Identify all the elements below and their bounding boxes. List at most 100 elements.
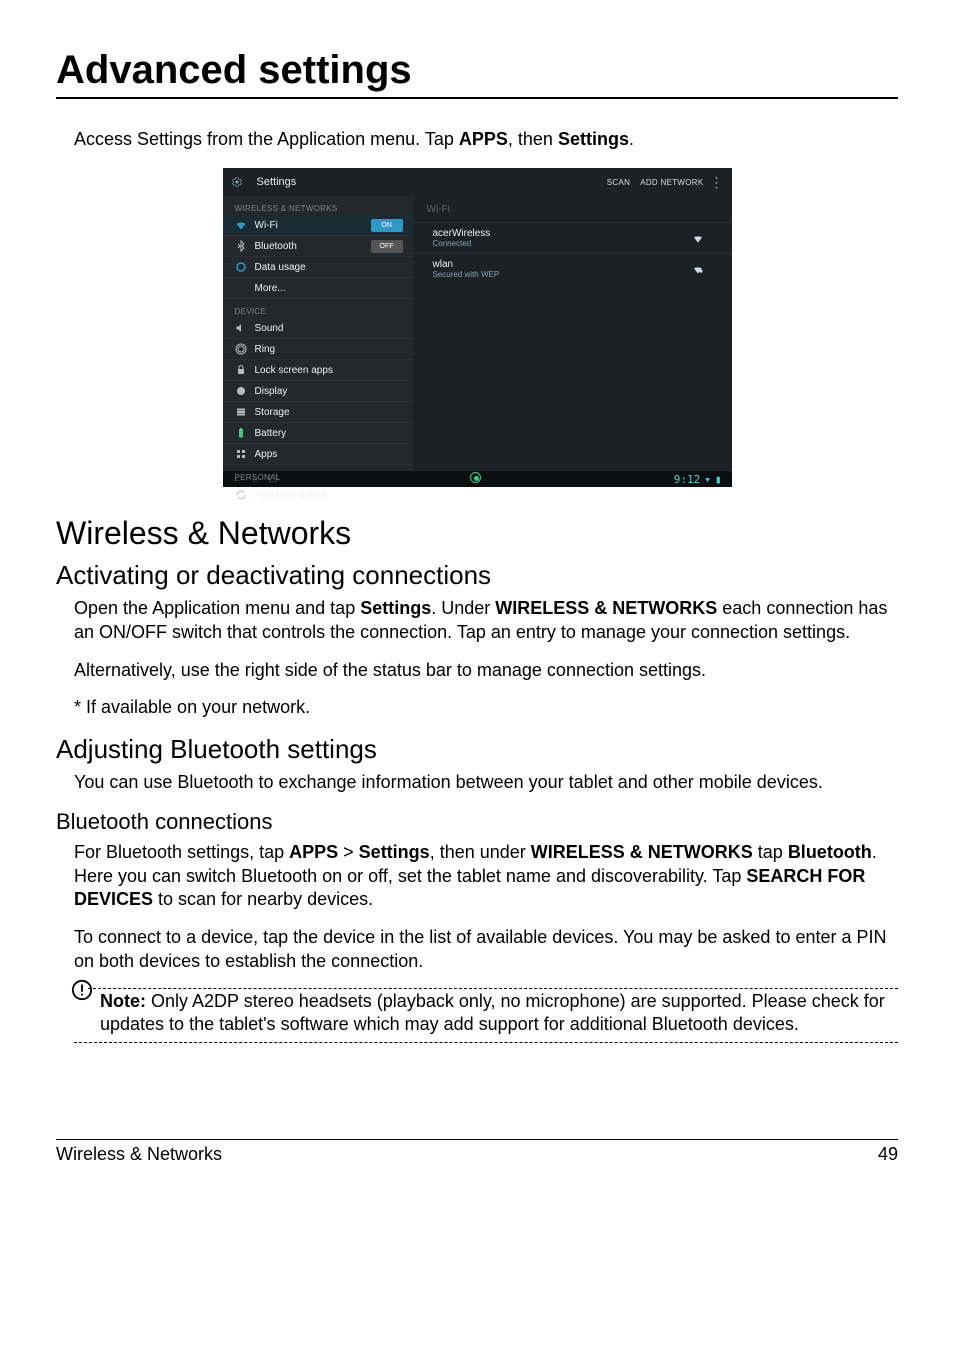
network-name: wlan: [433, 259, 500, 270]
screenshot-navbar: ← ⌂ ☐ 9:12 ▾ ▮: [223, 471, 732, 487]
sync-icon: [235, 489, 247, 501]
status-battery-icon: ▮: [715, 473, 722, 486]
sidebar-section-wireless: WIRELESS & NETWORKS: [223, 196, 413, 215]
sidebar-item-label: Battery: [255, 428, 403, 439]
settings-gear-icon: [231, 176, 243, 188]
overflow-menu-icon[interactable]: ⋮: [710, 175, 724, 189]
scan-action[interactable]: SCAN: [607, 178, 630, 187]
footer-section-name: Wireless & Networks: [56, 1144, 222, 1165]
footer-page-number: 49: [878, 1144, 898, 1165]
status-wifi-icon: ▾: [704, 473, 711, 486]
btconn-paragraph-2: To connect to a device, tap the device i…: [74, 926, 898, 974]
text: Open the Application menu and tap: [74, 598, 360, 618]
bluetooth-toggle[interactable]: OFF: [371, 240, 403, 253]
settings-bold: Settings: [359, 842, 430, 862]
home-icon[interactable]: ⌂: [253, 474, 259, 485]
sidebar-item-accounts[interactable]: Accounts & sync: [223, 484, 413, 505]
battery-icon: [235, 427, 247, 439]
intro-mid: , then: [508, 129, 558, 149]
text: tap: [753, 842, 788, 862]
warning-icon: [71, 979, 93, 1001]
sidebar-item-label: More...: [255, 283, 403, 294]
text: . Under: [431, 598, 495, 618]
network-status: Connected: [433, 239, 491, 248]
text: For Bluetooth settings, tap: [74, 842, 289, 862]
sidebar-item-wifi[interactable]: Wi-Fi ON: [223, 215, 413, 236]
bluetooth-bold: Bluetooth: [788, 842, 872, 862]
wifi-toggle[interactable]: ON: [371, 219, 403, 232]
activating-footnote: * If available on your network.: [74, 696, 898, 720]
data-usage-icon: [235, 261, 247, 273]
back-icon[interactable]: ←: [233, 474, 243, 485]
text: , then under: [430, 842, 531, 862]
settings-main-panel: Wi-Fi acerWireless Connected wlan Secure…: [413, 196, 732, 471]
recent-icon[interactable]: ☐: [269, 474, 278, 485]
apps-bold: APPS: [289, 842, 338, 862]
display-icon: [235, 385, 247, 397]
bluetooth-paragraph: You can use Bluetooth to exchange inform…: [74, 771, 898, 795]
screenshot-title: Settings: [257, 176, 297, 188]
note-box: Note: Only A2DP stereo headsets (playbac…: [74, 988, 898, 1044]
sidebar-item-bluetooth[interactable]: Bluetooth OFF: [223, 236, 413, 257]
apps-icon: [235, 448, 247, 460]
sidebar-item-label: Data usage: [255, 262, 403, 273]
note-text: Note: Only A2DP stereo headsets (playbac…: [100, 990, 898, 1038]
network-status: Secured with WEP: [433, 270, 500, 279]
page-title: Advanced settings: [56, 48, 898, 99]
sidebar-item-apps[interactable]: Apps: [223, 444, 413, 465]
bluetooth-settings-heading: Adjusting Bluetooth settings: [56, 734, 898, 765]
intro-paragraph: Access Settings from the Application men…: [74, 129, 898, 150]
wifi-network-row[interactable]: acerWireless Connected: [413, 222, 732, 253]
settings-screenshot: Settings SCAN ADD NETWORK ⋮ WIRELESS & N…: [223, 168, 732, 487]
sidebar-item-label: Sound: [255, 323, 403, 334]
sidebar-item-ring[interactable]: Ring: [223, 339, 413, 360]
add-network-action[interactable]: ADD NETWORK: [640, 178, 703, 187]
intro-text: Access Settings from the Application men…: [74, 129, 459, 149]
lock-icon: [235, 364, 247, 376]
text: >: [338, 842, 359, 862]
activating-paragraph-1: Open the Application menu and tap Settin…: [74, 597, 898, 645]
sidebar-item-data-usage[interactable]: Data usage: [223, 257, 413, 278]
bluetooth-connections-heading: Bluetooth connections: [56, 809, 898, 835]
screenshot-topbar: Settings SCAN ADD NETWORK ⋮: [223, 168, 732, 196]
sidebar-item-label: Lock screen apps: [255, 365, 403, 376]
wifi-signal-icon: [692, 232, 704, 244]
sidebar-item-label: Apps: [255, 449, 403, 460]
btconn-paragraph-1: For Bluetooth settings, tap APPS > Setti…: [74, 841, 898, 912]
sidebar-item-sound[interactable]: Sound: [223, 318, 413, 339]
ring-icon: [235, 343, 247, 355]
sound-icon: [235, 322, 247, 334]
note-body: Only A2DP stereo headsets (playback only…: [100, 991, 885, 1035]
record-icon[interactable]: [470, 472, 481, 483]
wifi-network-row[interactable]: wlan Secured with WEP: [413, 253, 732, 284]
settings-sidebar: WIRELESS & NETWORKS Wi-Fi ON Bluetooth O…: [223, 196, 413, 471]
sidebar-item-label: Storage: [255, 407, 403, 418]
sidebar-item-storage[interactable]: Storage: [223, 402, 413, 423]
wireless-networks-bold: WIRELESS & NETWORKS: [531, 842, 753, 862]
intro-settings-label: Settings: [558, 129, 629, 149]
sidebar-item-label: Bluetooth: [255, 241, 371, 252]
main-panel-header: Wi-Fi: [413, 196, 732, 222]
sidebar-item-battery[interactable]: Battery: [223, 423, 413, 444]
status-time: 9:12: [674, 473, 701, 486]
wireless-networks-bold: WIRELESS & NETWORKS: [495, 598, 717, 618]
sidebar-item-display[interactable]: Display: [223, 381, 413, 402]
bluetooth-icon: [235, 240, 247, 252]
wifi-locked-icon: [692, 263, 704, 275]
sidebar-section-device: DEVICE: [223, 299, 413, 318]
note-label: Note:: [100, 991, 146, 1011]
sidebar-item-more[interactable]: More...: [223, 278, 413, 299]
sidebar-item-lock-apps[interactable]: Lock screen apps: [223, 360, 413, 381]
intro-suffix: .: [629, 129, 634, 149]
page-footer: Wireless & Networks 49: [56, 1139, 898, 1165]
activating-heading: Activating or deactivating connections: [56, 560, 898, 591]
network-name: acerWireless: [433, 228, 491, 239]
activating-paragraph-2: Alternatively, use the right side of the…: [74, 659, 898, 683]
sidebar-item-label: Wi-Fi: [255, 220, 371, 231]
wifi-icon: [235, 219, 247, 231]
wireless-networks-heading: Wireless & Networks: [56, 515, 898, 552]
settings-bold: Settings: [360, 598, 431, 618]
text: to scan for nearby devices.: [153, 889, 373, 909]
blank-icon: [235, 282, 247, 294]
storage-icon: [235, 406, 247, 418]
